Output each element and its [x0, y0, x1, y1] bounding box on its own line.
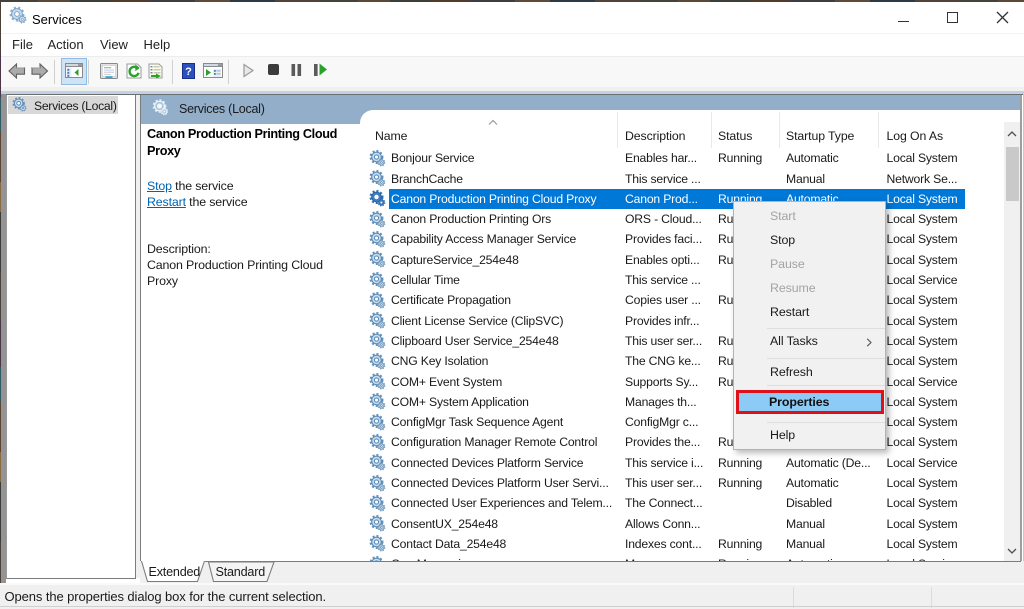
svg-text:?: ? [185, 66, 192, 78]
